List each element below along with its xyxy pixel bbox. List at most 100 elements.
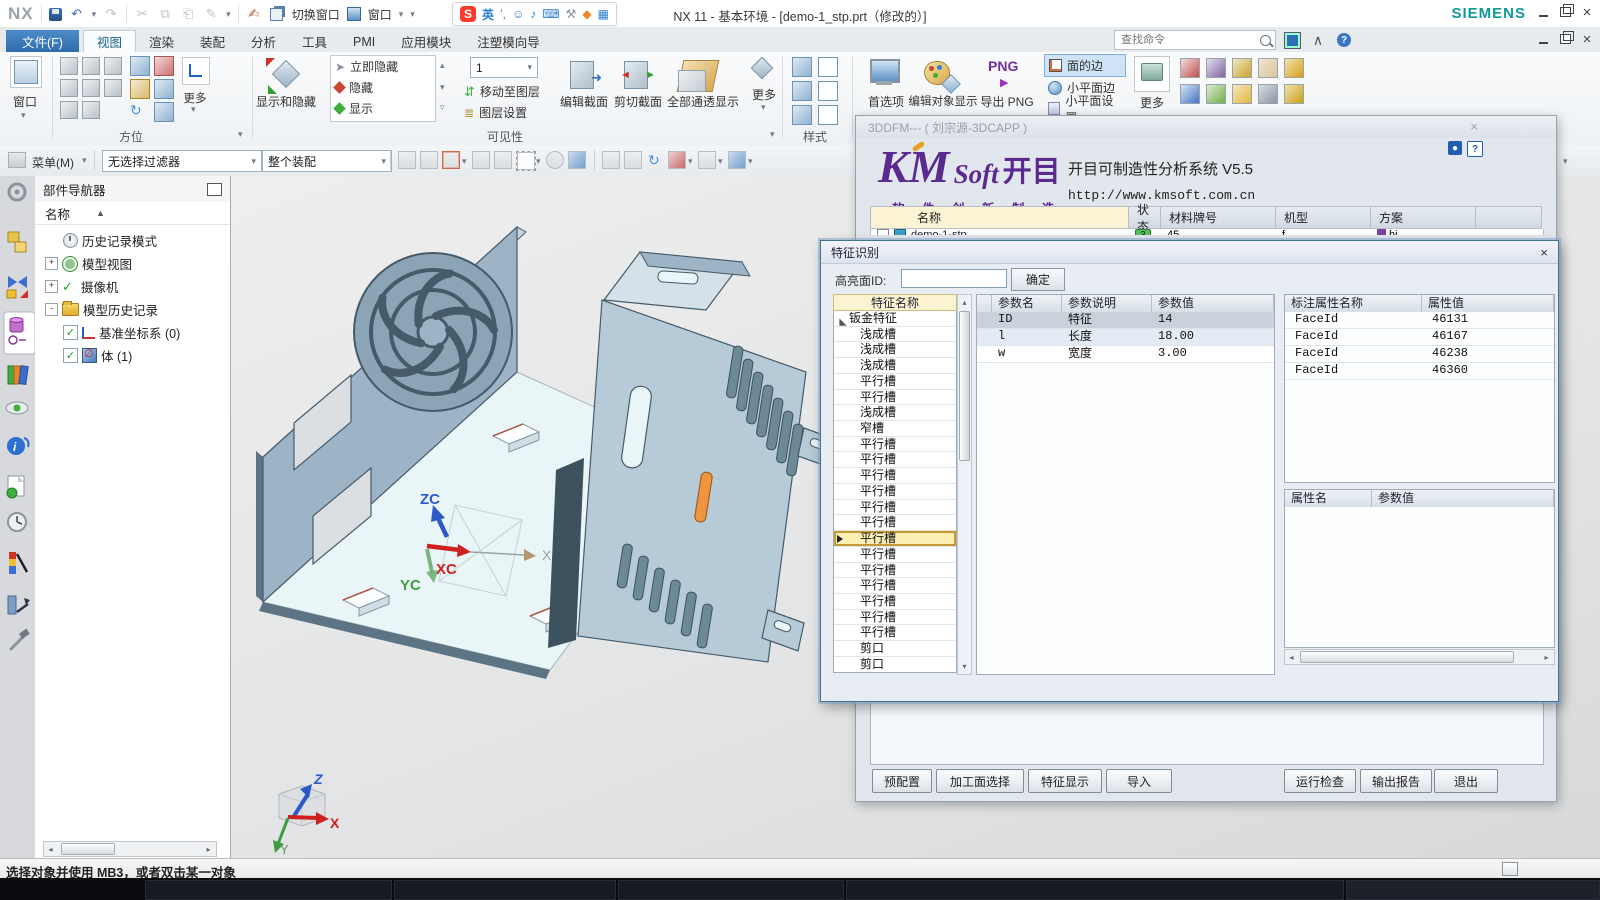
attr-header-0[interactable]: 标注属性名称 [1285,295,1422,312]
clip-section-icon[interactable]: ◄ ► [622,57,656,93]
feature-row[interactable]: 平行槽 [834,374,956,390]
reuse-library-icon[interactable] [8,366,28,385]
param-row[interactable]: ID特征14 [977,312,1274,329]
color-wand-icon[interactable] [9,552,27,574]
rectangle-select-icon[interactable] [516,151,536,171]
png-icon[interactable]: PNG [988,58,1018,74]
zoom-view-icon[interactable] [130,56,150,76]
window-big-button[interactable] [10,56,42,88]
doc-close-button[interactable]: × [1576,30,1598,48]
tab-应用模块[interactable]: 应用模块 [388,31,464,52]
dialog-title-bar[interactable]: 特征识别 × [821,241,1558,264]
param-header-参数名[interactable]: 参数名 [992,295,1062,312]
tree-item[interactable]: +✓摄像机 [35,275,230,298]
checkbox-icon[interactable]: ✓ [63,325,78,340]
hide-item[interactable]: 隐藏 [331,77,435,98]
加工面选择-button[interactable]: 加工面选择 [936,769,1024,793]
zoom-tool-icon[interactable] [602,151,620,169]
rotate-icon[interactable] [154,79,174,99]
select-handle-icon[interactable] [420,151,438,169]
job-col-名称[interactable]: 名称 [870,206,1129,229]
view-isometric-icon[interactable] [104,57,122,75]
ok-button[interactable]: 确定 [1011,268,1065,291]
feature-row[interactable]: 浅成槽 [834,327,956,343]
snap-point-icon[interactable] [398,151,416,169]
sphere-select-icon[interactable] [546,151,564,169]
pan-icon[interactable] [130,79,150,99]
feature-row[interactable]: 窄槽 [834,421,956,437]
feature-row[interactable]: 平行槽 [834,452,956,468]
blocks-icon[interactable] [1284,58,1304,78]
dfm-help-icon[interactable]: ? [1467,141,1483,157]
feature-row[interactable]: 平行槽 [834,625,956,641]
move-to-layer-button[interactable]: ⇵移动至图层 [464,83,540,100]
minimize-button[interactable] [1532,3,1554,21]
dfm-close-icon[interactable]: × [1470,119,1478,134]
edit-section-icon[interactable]: ➜ [568,57,602,93]
bricks-icon[interactable] [1284,84,1304,104]
feature-row[interactable]: 平行槽 [834,531,956,547]
feature-row[interactable]: 平行槽 [834,515,956,531]
cabinet-icon[interactable] [1232,58,1252,78]
restore-button[interactable] [1554,3,1576,21]
退出-button[interactable]: 退出 [1434,769,1498,793]
panel-pin-icon[interactable] [207,183,222,196]
more2-icon[interactable] [754,60,770,76]
highlight-face-input[interactable] [901,269,1007,288]
shape-tool-icon[interactable] [698,151,716,169]
tab-分析[interactable]: 分析 [238,31,289,52]
view-trimetric-icon[interactable] [60,57,78,75]
style-facet-icon[interactable] [818,105,838,125]
refresh-icon[interactable]: ↻ [130,102,142,119]
highlighted-select-icon[interactable] [442,151,460,169]
tab-视图[interactable]: 视图 [83,30,136,52]
machining-wizard-icon[interactable] [8,596,30,614]
command-finder[interactable] [1114,30,1276,50]
style-studio-icon[interactable] [792,105,812,125]
feature-row[interactable]: 平行槽 [834,547,956,563]
selection-scope-combo[interactable]: 整个装配▾ [262,150,392,172]
tree-icon[interactable] [1206,84,1226,104]
measure-icon[interactable] [1180,84,1200,104]
tree-item[interactable]: ✓基准坐标系 (0) [35,321,230,344]
view-right-icon[interactable] [104,79,122,97]
feature-row[interactable]: 平行槽 [834,390,956,406]
roles-icon[interactable] [9,184,25,200]
partnav-hscrollbar[interactable]: ◂ ▸ [43,841,217,857]
param-row[interactable]: l长度18.00 [977,329,1274,346]
visualization-icon[interactable] [6,402,28,414]
feature-tree-vscroll-thumb[interactable] [959,311,970,461]
tree-item[interactable]: -模型历史记录 [35,298,230,321]
help-icon[interactable]: ? [1334,31,1354,50]
param-row[interactable]: w宽度3.00 [977,346,1274,363]
feature-row[interactable]: 平行槽 [834,563,956,579]
job-col-材料牌号[interactable]: 材料牌号 [1161,206,1276,229]
param-header-参数说明[interactable]: 参数说明 [1062,295,1152,312]
find-command-input[interactable] [1119,33,1243,47]
orient-group-dialog-launcher[interactable]: ▾ [238,129,243,140]
feature-row[interactable]: 平行槽 [834,610,956,626]
hide-now-item[interactable]: ➤立即隐藏 [331,56,435,77]
expander-icon[interactable] [839,318,846,325]
layers2-icon[interactable] [1232,84,1252,104]
edit-object-display-icon[interactable] [922,57,958,91]
view-back-icon[interactable] [60,101,78,119]
clock-icon[interactable] [8,513,26,531]
attr-row[interactable]: FaceId46360 [1285,363,1554,380]
pan-tool-icon[interactable] [624,151,642,169]
view-top-icon[interactable] [82,79,100,97]
expand-icon[interactable]: - [45,303,58,316]
feature-row[interactable]: 平行槽 [834,437,956,453]
job-col-状态[interactable]: 状态 [1129,206,1161,229]
doc-minimize-button[interactable] [1532,30,1554,48]
more2-label[interactable]: 更多 [744,86,784,103]
attr-row[interactable]: FaceId46238 [1285,346,1554,363]
feature-row[interactable]: 平行槽 [834,500,956,516]
spiral-icon[interactable] [1206,58,1226,78]
attr2-header-1[interactable]: 参数值 [1372,490,1554,507]
grid-tool-icon[interactable] [668,151,686,169]
job-col-机型[interactable]: 机型 [1276,206,1371,229]
see-through-icon[interactable] [678,58,720,92]
预配置-button[interactable]: 预配置 [872,769,932,793]
tab-file[interactable]: 文件(F) [6,30,79,52]
